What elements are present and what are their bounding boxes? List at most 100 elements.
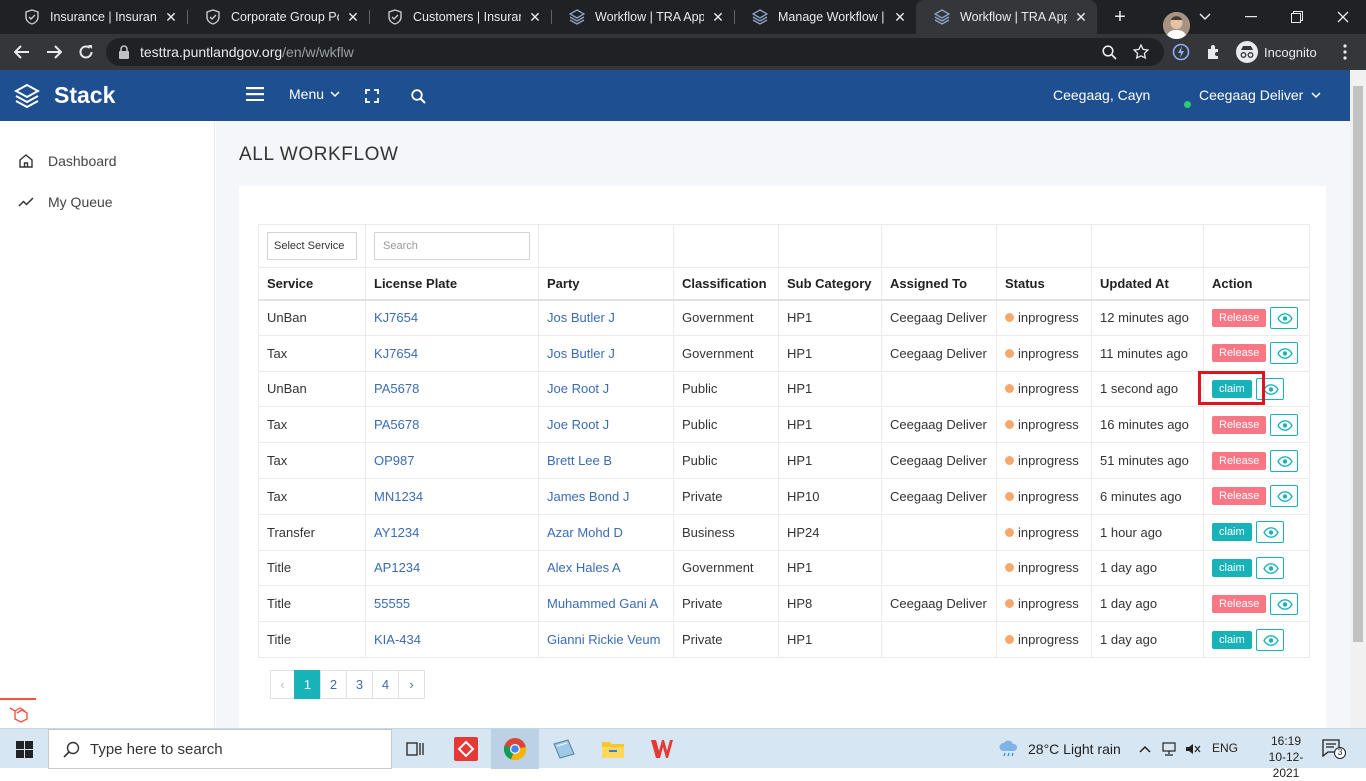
license-plate-link[interactable]: MN1234 [374, 489, 423, 504]
close-tab-icon[interactable]: ✕ [710, 9, 726, 26]
release-button[interactable]: Release [1212, 308, 1267, 327]
brand[interactable]: Stack [14, 82, 115, 109]
user-menu[interactable]: Ceegaag Deliver [1199, 87, 1321, 103]
release-button[interactable]: Release [1212, 415, 1267, 434]
column-header[interactable]: Party [538, 267, 674, 301]
browser-tab[interactable]: Manage Workflow | TI ✕ [734, 0, 916, 34]
license-plate-link[interactable]: AP1234 [374, 560, 420, 575]
view-button[interactable] [1270, 413, 1299, 436]
column-header[interactable]: Service [258, 267, 366, 301]
taskbar-app-notes[interactable] [540, 729, 588, 769]
address-bar[interactable]: testtra.puntlandgov.org/en/w/wkflw [106, 38, 1164, 66]
license-plate-link[interactable]: 55555 [374, 596, 410, 611]
party-link[interactable]: James Bond J [547, 489, 629, 504]
close-tab-icon[interactable]: ✕ [345, 9, 361, 26]
browser-tab[interactable]: Corporate Group Polic ✕ [187, 0, 369, 34]
sidebar-toggle-button[interactable] [246, 87, 264, 101]
scrollbar-thumb[interactable] [1353, 86, 1363, 642]
party-link[interactable]: Brett Lee B [547, 453, 612, 468]
license-plate-link[interactable]: AY1234 [374, 525, 419, 540]
clock[interactable]: 16:19 10-12-2021 [1262, 733, 1310, 781]
license-plate-link[interactable]: OP987 [374, 453, 414, 468]
volume-button[interactable] [1182, 729, 1204, 769]
view-button[interactable] [1270, 592, 1299, 615]
view-button[interactable] [1255, 521, 1284, 544]
party-link[interactable]: Muhammed Gani A [547, 596, 658, 611]
close-window-button[interactable] [1320, 0, 1366, 34]
party-link[interactable]: Joe Root J [547, 381, 609, 396]
license-plate-link[interactable]: KJ7654 [374, 310, 418, 325]
browser-tab[interactable]: Workflow | TRA App ✕ [916, 0, 1097, 34]
column-header[interactable]: Classification [673, 267, 779, 301]
view-button[interactable] [1255, 556, 1284, 579]
party-link[interactable]: Azar Mohd D [547, 525, 623, 540]
release-button[interactable]: Release [1212, 594, 1267, 613]
claim-button[interactable]: claim [1212, 630, 1252, 649]
view-button[interactable] [1270, 342, 1299, 365]
taskbar-app-wps[interactable] [638, 729, 686, 769]
minimize-button[interactable] [1228, 0, 1274, 34]
start-button[interactable] [0, 729, 48, 769]
license-plate-link[interactable]: KIA-434 [374, 632, 421, 647]
claim-button[interactable]: claim [1212, 558, 1252, 577]
header-search-button[interactable] [411, 89, 426, 104]
service-select[interactable]: Select Service [267, 232, 357, 260]
column-header[interactable]: Updated At [1091, 267, 1204, 301]
reload-button[interactable] [75, 41, 97, 63]
browser-tab[interactable]: Insurance | Insurance ✕ [6, 0, 187, 34]
sidebar-item-my-queue[interactable]: My Queue [18, 194, 113, 210]
view-button[interactable] [1270, 306, 1299, 329]
pagination-prev[interactable]: ‹ [270, 670, 295, 699]
bookmark-button[interactable] [1130, 41, 1152, 63]
party-link[interactable]: Joe Root J [547, 417, 609, 432]
party-link[interactable]: Alex Hales A [547, 560, 621, 575]
party-link[interactable]: Gianni Rickie Veum [547, 632, 660, 647]
view-button[interactable] [1270, 485, 1299, 508]
pagination-page[interactable]: 4 [372, 670, 399, 699]
taskbar-app-chrome[interactable] [491, 729, 539, 769]
close-tab-icon[interactable]: ✕ [527, 9, 543, 26]
weather-widget[interactable]: 28°C Light rain [998, 740, 1121, 758]
menu-dropdown[interactable]: Menu [289, 86, 340, 102]
column-header[interactable]: License Plate [365, 267, 539, 301]
pagination-page[interactable]: 1 [294, 670, 321, 699]
browser-tab[interactable]: Workflow | TRA App ✕ [551, 0, 734, 34]
view-button[interactable] [1255, 628, 1284, 651]
license-plate-link[interactable]: PA5678 [374, 417, 419, 432]
release-button[interactable]: Release [1212, 451, 1267, 470]
laravel-debugbar-button[interactable] [0, 698, 36, 728]
language-indicator[interactable]: ENG [1212, 741, 1238, 755]
pagination-next[interactable]: › [398, 670, 425, 699]
zoom-search-button[interactable] [1098, 41, 1120, 63]
column-header[interactable]: Assigned To [881, 267, 997, 301]
extension-button[interactable] [1170, 41, 1192, 63]
network-button[interactable] [1158, 729, 1180, 769]
browser-menu-button[interactable] [1334, 41, 1356, 63]
forward-button[interactable] [43, 41, 65, 63]
release-button[interactable]: Release [1212, 344, 1267, 363]
show-hidden-icons-button[interactable] [1132, 729, 1158, 769]
column-header[interactable]: Sub Category [778, 267, 882, 301]
search-input[interactable] [374, 232, 530, 260]
column-header[interactable]: Action [1203, 267, 1310, 301]
pagination-page[interactable]: 3 [346, 670, 373, 699]
close-tab-icon[interactable]: ✕ [163, 9, 179, 26]
avatar[interactable] [1163, 12, 1190, 39]
view-button[interactable] [1270, 449, 1299, 472]
taskbar-search-box[interactable]: Type here to search [48, 729, 392, 769]
party-link[interactable]: Jos Butler J [547, 346, 615, 361]
release-button[interactable]: Release [1212, 487, 1267, 506]
license-plate-link[interactable]: KJ7654 [374, 346, 418, 361]
claim-button[interactable]: claim [1212, 523, 1252, 542]
license-plate-link[interactable]: PA5678 [374, 381, 419, 396]
close-tab-icon[interactable]: ✕ [1073, 9, 1089, 26]
restore-button[interactable] [1274, 0, 1320, 34]
task-view-button[interactable] [392, 729, 440, 769]
notification-button[interactable]: 3 [1322, 739, 1346, 759]
new-tab-button[interactable]: + [1110, 7, 1130, 27]
pagination-page[interactable]: 2 [320, 670, 347, 699]
fullscreen-button[interactable] [365, 89, 379, 103]
browser-tab[interactable]: Customers | Insurance ✕ [369, 0, 551, 34]
extensions-menu-button[interactable] [1203, 41, 1225, 63]
column-header[interactable]: Status [996, 267, 1092, 301]
